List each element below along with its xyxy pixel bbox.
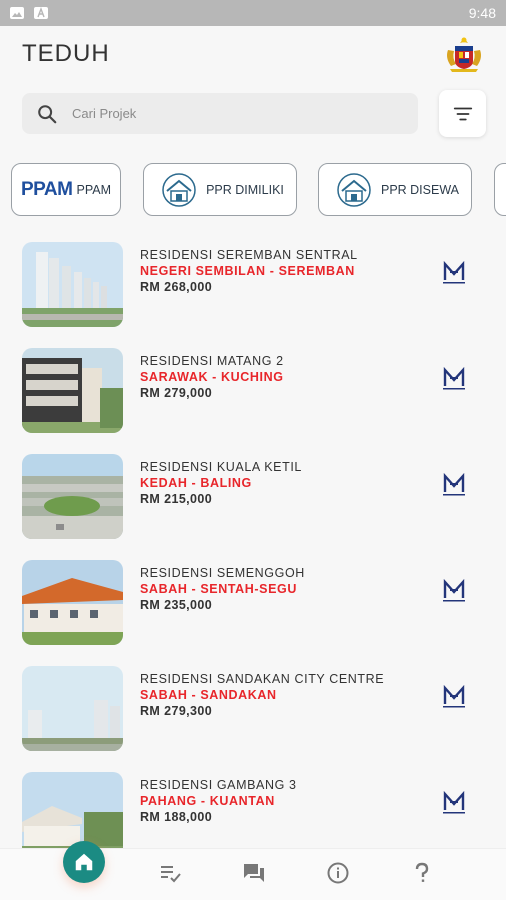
project-item[interactable]: RESIDENSI MATANG 2 SARAWAK - KUCHING RM … (0, 346, 506, 436)
project-item[interactable]: RESIDENSI SANDAKAN CITY CENTRE SABAH - S… (0, 664, 506, 754)
project-price: RM 279,300 (140, 704, 213, 718)
bottom-nav (0, 841, 506, 900)
search-input[interactable] (72, 106, 372, 121)
status-bar: 9:48 (0, 0, 506, 26)
status-icons (10, 7, 48, 19)
project-image (22, 242, 123, 327)
project-item[interactable]: RESIDENSI KUALA KETIL KEDAH - BALING RM … (0, 452, 506, 542)
project-name: RESIDENSI SEMENGGOH (140, 566, 305, 580)
project-location: KEDAH - BALING (140, 476, 252, 490)
nav-info-button[interactable] (324, 859, 352, 887)
project-image (22, 560, 123, 645)
category-label: PPAM (76, 182, 111, 197)
project-item[interactable]: RESIDENSI SEMENGGOH SABAH - SENTAH-SEGU … (0, 558, 506, 648)
filter-button[interactable] (439, 90, 486, 137)
project-price: RM 188,000 (140, 810, 213, 824)
search-icon (38, 104, 57, 123)
project-price: RM 279,000 (140, 386, 213, 400)
project-price: RM 215,000 (140, 492, 213, 506)
developer-logo-icon (443, 790, 465, 814)
font-icon (34, 7, 48, 19)
filter-icon (453, 107, 472, 120)
project-price: RM 235,000 (140, 598, 213, 612)
project-location: SARAWAK - KUCHING (140, 370, 284, 384)
status-time: 9:48 (468, 5, 496, 21)
project-location: NEGERI SEMBILAN - SEREMBAN (140, 264, 355, 278)
category-chip-ppr-disewa[interactable]: PPR DISEWA (318, 163, 472, 216)
category-chip-ppam[interactable]: PPAM PPAM (11, 163, 121, 216)
nav-chat-button[interactable] (240, 859, 268, 887)
category-chip-ppr-dimiliki[interactable]: PPR DIMILIKI (143, 163, 297, 216)
question-icon (415, 862, 429, 882)
house-icon (337, 172, 371, 207)
project-name: RESIDENSI GAMBANG 3 (140, 778, 297, 792)
developer-logo-icon (443, 578, 465, 602)
ppam-logo: PPAM (21, 178, 73, 200)
nav-home-button[interactable] (63, 841, 105, 883)
project-price: RM 268,000 (140, 280, 213, 294)
chat-icon (244, 864, 264, 882)
category-label: PPR DISEWA (380, 182, 460, 197)
project-name: RESIDENSI KUALA KETIL (140, 460, 302, 474)
project-name: RESIDENSI SANDAKAN CITY CENTRE (140, 672, 385, 686)
search-box (22, 93, 418, 134)
developer-logo-icon (443, 366, 465, 390)
category-label: PPR DIMILIKI (206, 182, 284, 197)
info-icon (327, 862, 349, 884)
app-title: TEDUH (22, 40, 110, 67)
home-icon (75, 853, 93, 871)
developer-logo-icon (443, 260, 465, 284)
project-image (22, 666, 123, 751)
developer-logo-icon (443, 684, 465, 708)
project-location: SABAH - SANDAKAN (140, 688, 277, 702)
image-icon (10, 7, 24, 19)
project-name: RESIDENSI MATANG 2 (140, 354, 284, 368)
nav-list-button[interactable] (156, 859, 184, 887)
nav-help-button[interactable] (408, 859, 436, 887)
project-image (22, 348, 123, 433)
developer-logo-icon (443, 472, 465, 496)
category-list: PPAM PPAM PPR DIMILIKI PPR DISEWA (11, 163, 506, 217)
project-item[interactable]: RESIDENSI SEREMBAN SENTRAL NEGERI SEMBIL… (0, 240, 506, 330)
project-name: RESIDENSI SEREMBAN SENTRAL (140, 248, 358, 262)
project-location: SABAH - SENTAH-SEGU (140, 582, 298, 596)
project-location: PAHANG - KUANTAN (140, 794, 275, 808)
category-chip-more[interactable] (494, 163, 506, 216)
list-check-icon (161, 866, 181, 883)
malaysia-crest-icon[interactable] (442, 34, 486, 74)
house-icon (162, 172, 196, 207)
project-image (22, 454, 123, 539)
